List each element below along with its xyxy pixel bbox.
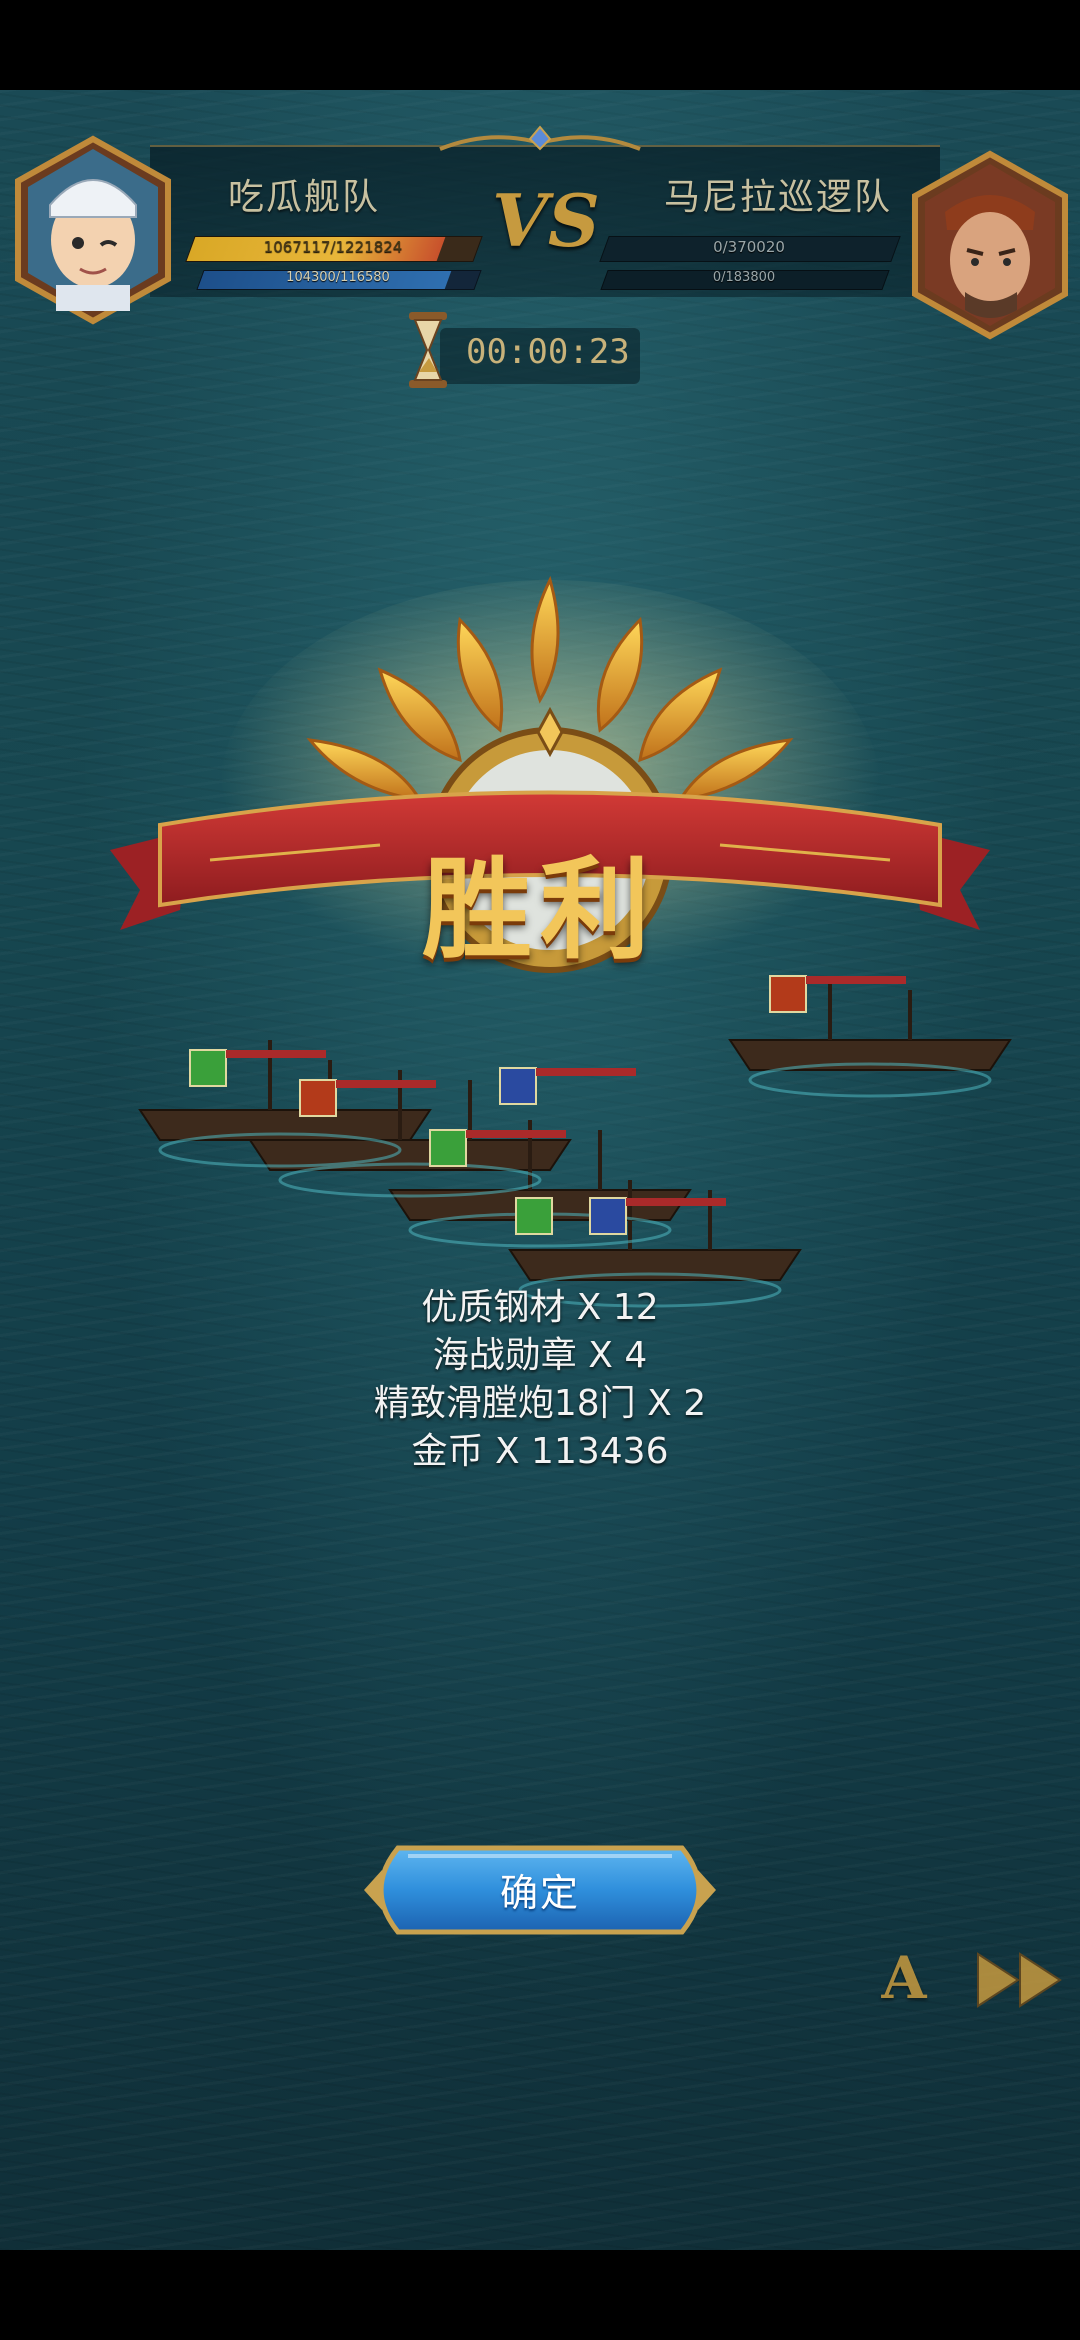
reward-item: 金币 X 113436 (411, 1431, 669, 1472)
reward-item: 精致滑膛炮18门 X 2 (373, 1383, 707, 1424)
status-bar (0, 0, 1080, 90)
pirate-avatar-icon (912, 150, 1068, 340)
reward-item: 优质钢材 X 12 (421, 1287, 659, 1328)
right-team-name: 马尼拉巡逻队 (664, 177, 893, 218)
player-fleet (138, 975, 1012, 1308)
left-team-name: 吃瓜舰队 (228, 177, 381, 218)
reward-list: 优质钢材 X 12 海战勋章 X 4 精致滑膛炮18门 X 2 金币 X 113… (240, 1284, 840, 1476)
vs-label: VS (492, 178, 600, 263)
battle-timer: 00:00:23 (466, 332, 630, 372)
chef-avatar-icon (15, 135, 171, 325)
battle-result-screen: 吃瓜舰队 VS 马尼拉巡逻队 1067117/1221824 104300/11… (0, 0, 1080, 2340)
left-hp-text: 1067117/1221824 (263, 238, 403, 256)
left-sp-text: 104300/116580 (286, 270, 390, 285)
reward-item: 海战勋章 X 4 (432, 1335, 648, 1376)
header-ornament-icon (439, 125, 641, 151)
hourglass-icon (409, 312, 447, 388)
right-sp-text: 0/183800 (712, 270, 776, 285)
fast-forward-icon[interactable] (974, 1950, 1070, 2010)
right-hp-text: 0/370020 (713, 238, 785, 256)
auto-battle-button[interactable]: A (874, 1948, 934, 2008)
confirm-button-label[interactable]: 确定 (358, 1862, 722, 1917)
navigation-bar (0, 2250, 1080, 2340)
